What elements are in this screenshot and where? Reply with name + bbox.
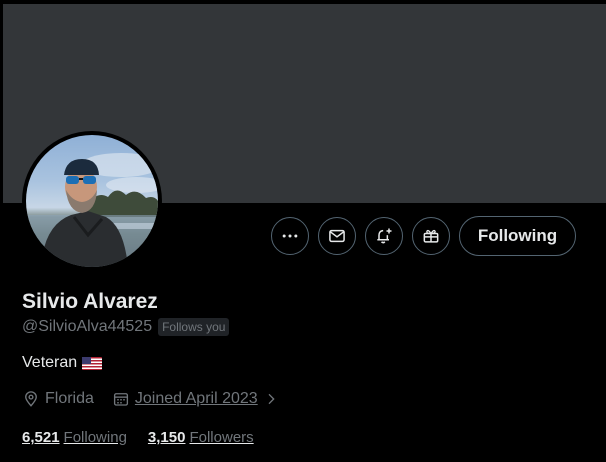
followers-count: 3,150 bbox=[147, 429, 186, 446]
notifications-button[interactable] bbox=[365, 217, 403, 255]
subscribe-button[interactable] bbox=[412, 217, 450, 255]
joined-item[interactable]: Joined April 2023 bbox=[112, 390, 279, 408]
follows-you-badge: Follows you bbox=[158, 318, 230, 336]
calendar-icon bbox=[113, 393, 128, 406]
location-pin-icon bbox=[25, 391, 37, 407]
following-count-link[interactable]: 6,521 Following bbox=[22, 429, 127, 446]
location-text: Florida bbox=[45, 390, 94, 407]
top-edge bbox=[0, 0, 606, 4]
profile-meta: Florida Joined April 2023 bbox=[22, 390, 279, 408]
following-label: Following bbox=[63, 429, 127, 446]
follow-counts: 6,521 Following 3,150 Followers bbox=[22, 429, 254, 446]
profile-actions: Following bbox=[271, 216, 576, 256]
avatar[interactable] bbox=[26, 135, 158, 267]
handle-row: @SilvioAlva44525 Follows you bbox=[22, 318, 230, 336]
more-button[interactable] bbox=[271, 217, 309, 255]
mail-icon bbox=[329, 229, 345, 243]
followers-label: Followers bbox=[189, 429, 254, 446]
us-flag-icon bbox=[82, 356, 103, 370]
avatar-photo bbox=[26, 153, 158, 267]
followers-count-link[interactable]: 3,150 Followers bbox=[148, 429, 254, 446]
profile-name: Silvio Alvarez bbox=[22, 290, 158, 313]
chevron-right-icon bbox=[268, 393, 275, 405]
bell-plus-icon bbox=[377, 228, 392, 244]
location-item: Florida bbox=[22, 390, 94, 408]
following-button[interactable]: Following bbox=[459, 216, 576, 256]
left-edge bbox=[0, 0, 3, 462]
gift-icon bbox=[423, 229, 439, 243]
more-icon bbox=[282, 234, 298, 238]
joined-date-link[interactable]: Joined April 2023 bbox=[135, 390, 258, 408]
bio-text: Veteran bbox=[22, 354, 78, 371]
message-button[interactable] bbox=[318, 217, 356, 255]
profile-bio: Veteran bbox=[22, 354, 103, 372]
following-count: 6,521 bbox=[22, 429, 60, 446]
profile-page: Following Silvio Alvarez @SilvioAlva4452… bbox=[0, 0, 606, 462]
profile-handle: @SilvioAlva44525 bbox=[22, 318, 153, 335]
